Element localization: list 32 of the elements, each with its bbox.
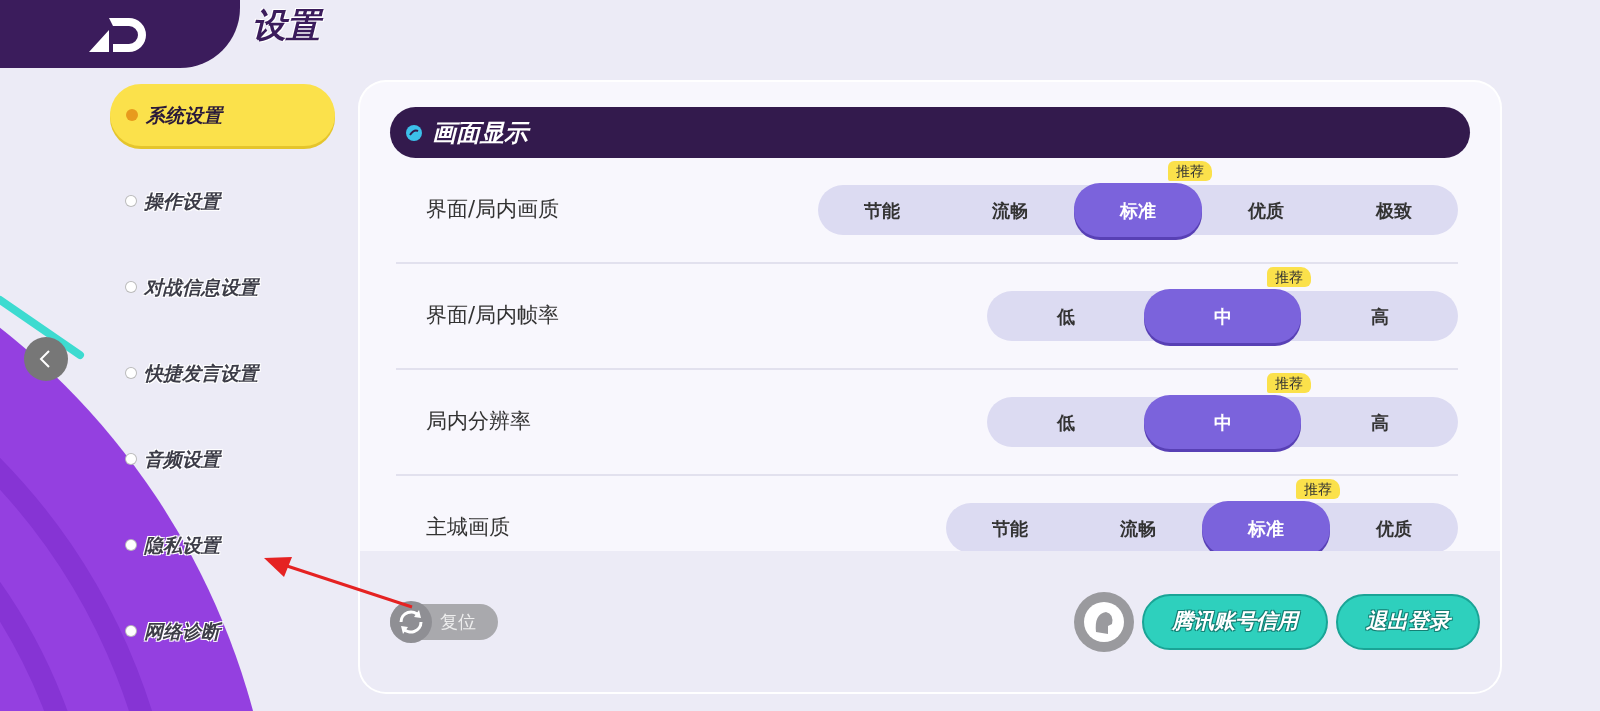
back-header[interactable] [0,0,240,68]
ball-icon [406,124,422,141]
option-button[interactable]: 中 [1144,289,1301,343]
option-button[interactable]: 流畅 [946,185,1074,235]
option-button[interactable]: 标准 [1202,501,1330,551]
refresh-icon [390,600,432,643]
option-button[interactable]: 低 [987,291,1144,341]
recommended-badge: 推荐 [1296,479,1340,499]
back-button[interactable] [24,337,68,381]
option-button[interactable]: 优质 [1330,503,1458,551]
option-button[interactable]: 低 [987,397,1144,447]
option-button[interactable]: 高 [1301,291,1458,341]
setting-label: 界面/局内帧率 [426,302,560,330]
option-button[interactable]: 极致 [1330,185,1458,235]
recommended-badge: 推荐 [1168,161,1212,181]
nav-item[interactable]: 操作设置 [110,170,335,232]
option-button[interactable]: 高 [1301,397,1458,447]
option-button[interactable]: 节能 [946,503,1074,551]
setting-label: 界面/局内画质 [426,196,560,224]
option-button[interactable]: 流畅 [1074,503,1202,551]
recommended-badge: 推荐 [1267,373,1311,393]
nav-item[interactable]: 快捷发言设置 [110,342,335,404]
setting-label: 局内分辨率 [426,408,531,436]
option-button[interactable]: 标准 [1074,183,1202,237]
option-button[interactable]: 优质 [1202,185,1330,235]
setting-label: 主城画质 [426,514,510,542]
nav-item[interactable]: 音频设置 [110,428,335,490]
recommended-badge: 推荐 [1267,267,1311,287]
option-button[interactable]: 中 [1144,395,1301,449]
nav-item[interactable]: 对战信息设置 [110,256,335,318]
option-button[interactable]: 节能 [818,185,946,235]
nav-item[interactable]: 系统设置 [110,84,335,146]
